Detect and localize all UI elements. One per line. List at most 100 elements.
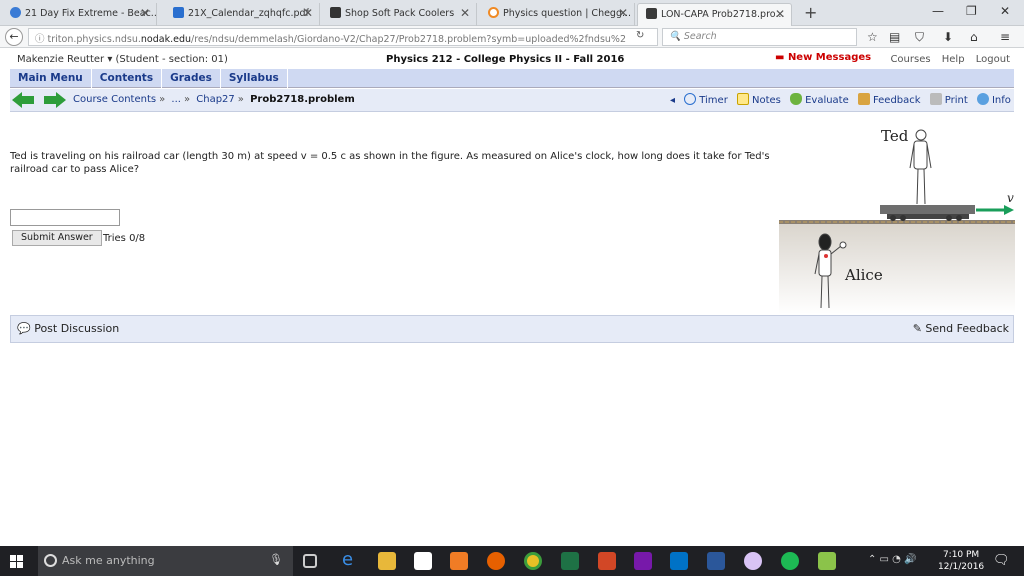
post-discussion-link[interactable]: 💬 Post Discussion (17, 322, 119, 335)
file-explorer-icon[interactable] (378, 552, 396, 570)
breadcrumb-chap27[interactable]: Chap27 (196, 94, 235, 105)
itunes-icon[interactable] (744, 552, 762, 570)
word-icon[interactable] (707, 552, 725, 570)
print-icon (929, 93, 942, 105)
logout-link[interactable]: Logout (976, 54, 1010, 65)
outlook-icon[interactable] (670, 552, 688, 570)
collapse-arrow-icon[interactable]: ◂ (670, 95, 675, 106)
close-tab-icon[interactable]: ✕ (140, 6, 150, 20)
info-label: Info (991, 95, 1011, 106)
navigation-bar: ← ⓘ triton.physics.ndsu.nodak.edu/res/nd… (0, 26, 1024, 48)
home-icon[interactable]: ⌂ (970, 30, 978, 44)
info-tool[interactable]: Info (976, 93, 1011, 106)
tab-calendar-pdf[interactable]: 21X_Calendar_zqhqfc.pdf ✕ (165, 3, 320, 26)
new-messages-link[interactable]: ▬ New Messages (775, 52, 871, 63)
tab-coolers[interactable]: Shop Soft Pack Coolers ✕ (322, 3, 477, 26)
breadcrumb-ellipsis[interactable]: ... (171, 94, 181, 105)
notes-tool[interactable]: Notes (737, 93, 781, 106)
site-icon (10, 7, 21, 18)
info-icon (976, 93, 989, 105)
minimize-icon[interactable]: — (932, 4, 944, 18)
close-tab-icon[interactable]: ✕ (303, 6, 313, 20)
browser-tab-bar: 21 Day Fix Extreme - Beac... ✕ 21X_Calend… (0, 0, 1024, 26)
ted-figure (909, 129, 932, 205)
print-tool[interactable]: Print (929, 93, 968, 106)
chrome-icon[interactable] (524, 552, 542, 570)
bookmark-star-icon[interactable]: ☆ (867, 30, 878, 44)
velocity-label: v (1007, 191, 1014, 205)
windows-taskbar: Ask me anything 🎙 e ⌃ ▭ ◔ 🔊 7:10 PM 12/1/2… (0, 546, 1024, 576)
app-icon[interactable] (818, 552, 836, 570)
send-feedback-link[interactable]: ✎ Send Feedback (913, 322, 1009, 335)
pdf-icon (173, 7, 184, 18)
reading-list-icon[interactable]: ▤ (889, 30, 900, 44)
timer-label: Timer (699, 95, 728, 106)
course-title: Physics 212 - College Physics II - Fall … (386, 54, 625, 65)
powerpoint-icon[interactable] (598, 552, 616, 570)
close-tab-icon[interactable]: ✕ (460, 6, 470, 20)
previous-arrow-icon[interactable] (12, 92, 34, 108)
menu-main-menu[interactable]: Main Menu (10, 69, 92, 88)
cortana-search-box[interactable]: Ask me anything 🎙 (38, 546, 293, 576)
notifications-icon[interactable]: 🗨 (993, 553, 1010, 568)
print-label: Print (944, 95, 968, 106)
excel-icon[interactable] (561, 552, 579, 570)
tab-label: Shop Soft Pack Coolers (345, 8, 455, 19)
media-icon[interactable] (450, 552, 468, 570)
download-icon[interactable]: ⬇ (943, 30, 953, 44)
search-input[interactable]: 🔍 Search (662, 28, 857, 46)
url-path: /res/ndsu/demmelash/Giordano-V2/Chap27/P… (191, 34, 627, 45)
cortana-placeholder: Ask me anything (62, 554, 155, 567)
courses-link[interactable]: Courses (890, 54, 930, 65)
next-arrow-icon[interactable] (44, 92, 66, 108)
menu-syllabus[interactable]: Syllabus (221, 69, 288, 88)
send-feedback-label: Send Feedback (925, 322, 1009, 335)
close-tab-icon[interactable]: ✕ (618, 6, 628, 20)
system-clock[interactable]: 7:10 PM 12/1/2016 (938, 549, 984, 573)
windows-start-icon[interactable] (10, 555, 23, 568)
answer-input[interactable] (10, 209, 120, 226)
close-window-icon[interactable]: ✕ (1000, 4, 1010, 18)
user-bar: Makenzie Reutter ▾ (Student - section: 0… (10, 52, 1014, 68)
tab-chegg[interactable]: Physics question | Chegg... ✕ (480, 3, 635, 26)
feedback-icon (857, 93, 870, 105)
breadcrumb-current: Prob2718.problem (250, 94, 355, 105)
help-link[interactable]: Help (942, 54, 965, 65)
tab-loncapa[interactable]: LON-CAPA Prob2718.pro... ✕ (637, 3, 792, 26)
submit-answer-button[interactable]: Submit Answer (12, 230, 102, 246)
feedback-pen-icon: ✎ (912, 322, 926, 335)
back-button[interactable]: ← (5, 28, 23, 46)
url-bar[interactable]: ⓘ triton.physics.ndsu.nodak.edu/res/ndsu… (28, 28, 658, 46)
user-info[interactable]: Makenzie Reutter ▾ (Student - section: 0… (17, 54, 228, 65)
feedback-tool[interactable]: Feedback (857, 93, 921, 106)
spotify-icon[interactable] (781, 552, 799, 570)
menu-grades[interactable]: Grades (162, 69, 221, 88)
restore-icon[interactable]: ❐ (966, 4, 977, 18)
breadcrumb-course-contents[interactable]: Course Contents (73, 94, 156, 105)
system-tray-icons[interactable]: ⌃ ▭ ◔ 🔊 (868, 554, 917, 565)
edge-browser-icon[interactable]: e (342, 549, 360, 570)
evaluate-tool[interactable]: Evaluate (790, 93, 849, 106)
clock-time: 7:10 PM (942, 550, 980, 560)
close-tab-icon[interactable]: ✕ (775, 7, 785, 21)
onenote-icon[interactable] (634, 552, 652, 570)
microphone-icon[interactable]: 🎙 (269, 553, 283, 566)
tab-label: LON-CAPA Prob2718.pro... (661, 9, 785, 20)
tab-label: Physics question | Chegg... (503, 8, 632, 19)
tools-bar: ◂ Timer Notes Evaluate Feedback Print In… (670, 93, 1017, 106)
discussion-icon: 💬 (17, 322, 35, 335)
menu-contents[interactable]: Contents (92, 69, 163, 88)
task-view-icon[interactable] (303, 554, 317, 568)
search-placeholder: Search (683, 31, 717, 42)
loncapa-icon (646, 8, 657, 19)
menu-hamburger-icon[interactable]: ≡ (1000, 30, 1010, 44)
tab-21-day-fix[interactable]: 21 Day Fix Extreme - Beac... ✕ (2, 3, 157, 26)
reload-icon[interactable]: ↻ (636, 30, 644, 41)
problem-text: Ted is traveling on his railroad car (le… (10, 151, 770, 175)
firefox-icon[interactable] (487, 552, 505, 570)
timer-tool[interactable]: Timer (684, 93, 728, 106)
new-messages-label: New Messages (787, 52, 872, 63)
pocket-icon[interactable]: ⛉ (915, 30, 924, 45)
store-icon[interactable] (414, 552, 432, 570)
new-tab-button[interactable]: + (804, 3, 817, 22)
